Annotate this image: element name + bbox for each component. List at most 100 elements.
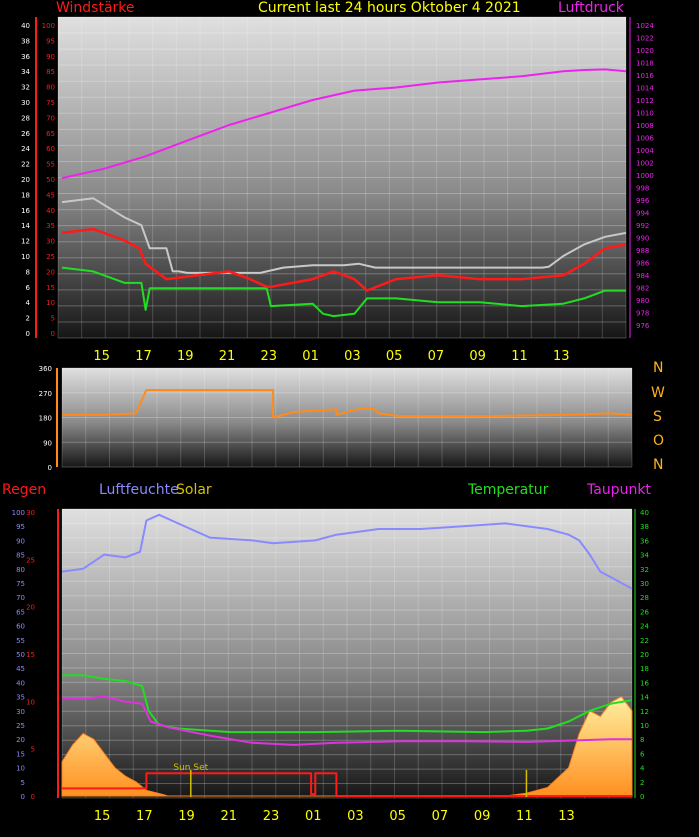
luftdruck-tick-label: 998 bbox=[636, 185, 649, 193]
top-x-tick-label: 11 bbox=[511, 349, 528, 364]
windstaerke-pct-tick-label: 80 bbox=[46, 84, 55, 92]
windstaerke-pct-tick-label: 55 bbox=[46, 161, 55, 169]
windstaerke-pct-tick-label: 10 bbox=[46, 299, 55, 307]
luftfeuchte-tick-label: 60 bbox=[16, 623, 25, 631]
windstaerke-pct-tick-label: 0 bbox=[51, 330, 55, 338]
bottom-x-tick-label: 09 bbox=[474, 809, 491, 824]
compass-w: W bbox=[651, 385, 665, 401]
windstaerke-pct-tick-label: 60 bbox=[46, 145, 55, 153]
regen-axis-label: Regen bbox=[2, 482, 47, 498]
luftdruck-tick-label: 986 bbox=[636, 260, 650, 268]
bottom-x-tick-label: 17 bbox=[136, 809, 153, 824]
temperatur-tick-label: 18 bbox=[640, 665, 649, 673]
luftfeuchte-tick-label: 20 bbox=[16, 736, 25, 744]
windstaerke-pct-tick-label: 20 bbox=[46, 268, 55, 276]
luftdruck-tick-label: 1016 bbox=[636, 72, 654, 80]
temperatur-tick-label: 20 bbox=[640, 651, 649, 659]
temperatur-tick-label: 2 bbox=[640, 779, 644, 787]
windstaerke-tick-label: 20 bbox=[21, 176, 30, 184]
windstaerke-pct-tick-label: 75 bbox=[46, 99, 55, 107]
windstaerke-pct-tick-label: 65 bbox=[46, 130, 55, 138]
luftfeuchte-tick-label: 25 bbox=[16, 722, 25, 730]
windstaerke-tick-label: 38 bbox=[21, 37, 30, 45]
top-x-tick-label: 17 bbox=[135, 349, 152, 364]
temperatur-axis-label: Temperatur bbox=[468, 482, 549, 498]
regen-tick-label: 20 bbox=[26, 604, 35, 612]
luftdruck-tick-label: 1002 bbox=[636, 160, 654, 168]
luftdruck-tick-label: 1020 bbox=[636, 47, 654, 55]
windstaerke-tick-label: 32 bbox=[21, 84, 30, 92]
luftdruck-tick-label: 990 bbox=[636, 235, 649, 243]
weather-chart-page: 0 2 4 6 8 10 12 14 16 18 20 22 24 26 28 30 32 34 36 38 40 0 5 1… bbox=[0, 0, 699, 833]
bottom-x-tick-label: 13 bbox=[558, 809, 575, 824]
luftfeuchte-tick-label: 30 bbox=[16, 708, 25, 716]
luftfeuchte-tick-label: 40 bbox=[16, 679, 25, 687]
compass-s: S bbox=[653, 409, 662, 425]
temperatur-tick-label: 14 bbox=[640, 694, 649, 702]
windstaerke-tick-label: 14 bbox=[21, 222, 30, 230]
luftdruck-axis-label: Luftdruck bbox=[558, 0, 624, 16]
windstaerke-tick-label: 24 bbox=[21, 145, 30, 153]
direction-tick-label: 180 bbox=[39, 415, 52, 423]
top-x-tick-label: 19 bbox=[177, 349, 194, 364]
luftdruck-tick-label: 1018 bbox=[636, 60, 654, 68]
sunset-label: Sun Set bbox=[173, 763, 208, 773]
luftfeuchte-tick-label: 10 bbox=[16, 765, 25, 773]
windstaerke-pct-tick-label: 15 bbox=[46, 284, 55, 292]
luftfeuchte-axis-label: Luftfeuchte bbox=[99, 482, 179, 498]
taupunkt-axis-label: Taupunkt bbox=[587, 482, 651, 498]
luftdruck-tick-label: 1004 bbox=[636, 147, 654, 155]
windstaerke-tick-label: 22 bbox=[21, 161, 30, 169]
windstaerke-pct-tick-label: 85 bbox=[46, 68, 55, 76]
direction-tick-label: 270 bbox=[39, 390, 52, 398]
temperatur-tick-label: 36 bbox=[640, 537, 649, 545]
luftfeuchte-tick-label: 70 bbox=[16, 594, 25, 602]
bottom-x-tick-label: 23 bbox=[263, 809, 280, 824]
windstaerke-tick-label: 2 bbox=[26, 315, 30, 323]
temperatur-tick-label: 8 bbox=[640, 736, 644, 744]
temperatur-tick-label: 32 bbox=[640, 566, 649, 574]
temperatur-tick-label: 0 bbox=[640, 793, 644, 801]
chart-title: Current last 24 hours Oktober 4 2021 bbox=[258, 0, 521, 16]
temperatur-tick-label: 34 bbox=[640, 552, 649, 560]
windstaerke-tick-label: 26 bbox=[21, 130, 30, 138]
windstaerke-tick-label: 8 bbox=[26, 268, 30, 276]
luftdruck-tick-label: 976 bbox=[636, 322, 650, 330]
bottom-x-tick-label: 11 bbox=[516, 809, 533, 824]
windstaerke-tick-label: 0 bbox=[26, 330, 30, 338]
luftfeuchte-tick-label: 65 bbox=[16, 608, 25, 616]
top-x-tick-label: 13 bbox=[553, 349, 570, 364]
luftdruck-tick-label: 984 bbox=[636, 272, 650, 280]
top-x-tick-label: 09 bbox=[469, 349, 486, 364]
luftdruck-tick-label: 992 bbox=[636, 222, 649, 230]
luftdruck-tick-label: 1012 bbox=[636, 97, 654, 105]
temperatur-tick-label: 24 bbox=[640, 623, 649, 631]
windstaerke-pct-tick-label: 50 bbox=[46, 176, 55, 184]
luftdruck-tick-label: 1000 bbox=[636, 172, 654, 180]
temperatur-tick-label: 30 bbox=[640, 580, 649, 588]
top-x-tick-label: 07 bbox=[428, 349, 445, 364]
regen-tick-label: 30 bbox=[26, 509, 35, 517]
luftfeuchte-tick-label: 50 bbox=[16, 651, 25, 659]
luftfeuchte-tick-label: 45 bbox=[16, 665, 25, 673]
windstaerke-axis-label: Windstärke bbox=[56, 0, 135, 16]
luftfeuchte-tick-label: 5 bbox=[21, 779, 25, 787]
windstaerke-pct-tick-label: 95 bbox=[46, 37, 55, 45]
regen-tick-label: 25 bbox=[26, 556, 35, 564]
windstaerke-pct-tick-label: 35 bbox=[46, 222, 55, 230]
top-x-tick-label: 15 bbox=[93, 349, 110, 364]
windstaerke-tick-label: 28 bbox=[21, 114, 30, 122]
luftdruck-tick-label: 1008 bbox=[636, 122, 654, 130]
windstaerke-pct-tick-label: 70 bbox=[46, 114, 55, 122]
compass-n-bottom: N bbox=[653, 457, 664, 473]
direction-tick-label: 360 bbox=[39, 365, 52, 373]
temperatur-tick-label: 6 bbox=[640, 750, 645, 758]
luftfeuchte-tick-label: 0 bbox=[21, 793, 25, 801]
top-x-tick-label: 05 bbox=[386, 349, 403, 364]
luftfeuchte-tick-label: 75 bbox=[16, 580, 25, 588]
bottom-x-tick-label: 21 bbox=[221, 809, 238, 824]
windstaerke-pct-tick-label: 30 bbox=[46, 238, 55, 246]
top-x-tick-label: 23 bbox=[261, 349, 278, 364]
luftfeuchte-tick-label: 15 bbox=[16, 750, 25, 758]
windstaerke-tick-label: 4 bbox=[26, 299, 31, 307]
